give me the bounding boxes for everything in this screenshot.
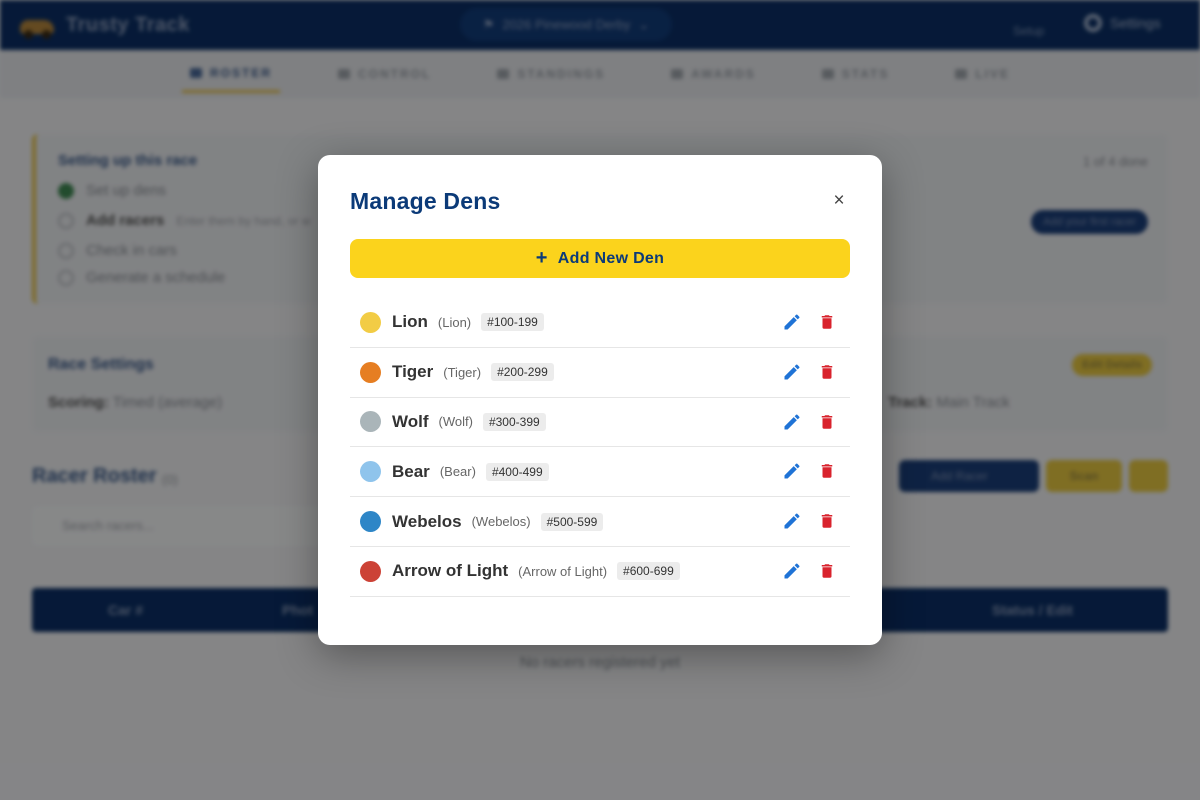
den-name: Tiger bbox=[392, 362, 434, 382]
den-color-dot bbox=[360, 461, 381, 483]
den-color-dot bbox=[360, 560, 381, 582]
den-row: Tiger (Tiger) #200-299 bbox=[350, 348, 850, 398]
den-color-dot bbox=[360, 511, 381, 533]
den-list: Lion (Lion) #100-199 Tiger (Tiger) #200-299 Wo… bbox=[350, 298, 850, 597]
den-row: Wolf (Wolf) #300-399 bbox=[350, 398, 850, 448]
den-car-range: #100-199 bbox=[481, 313, 544, 332]
edit-pencil-icon[interactable] bbox=[782, 561, 802, 581]
den-name: Bear bbox=[392, 461, 430, 481]
den-rank: (Webelos) bbox=[471, 514, 531, 530]
den-rank: (Bear) bbox=[439, 464, 476, 480]
den-row: Webelos (Webelos) #500-599 bbox=[350, 497, 850, 547]
add-new-den-button[interactable]: + Add New Den bbox=[350, 239, 850, 278]
close-icon[interactable]: × bbox=[828, 190, 850, 212]
edit-pencil-icon[interactable] bbox=[782, 362, 802, 382]
den-car-range: #600-699 bbox=[617, 562, 680, 581]
den-color-dot bbox=[360, 361, 381, 383]
edit-pencil-icon[interactable] bbox=[782, 312, 802, 332]
delete-trash-icon[interactable] bbox=[818, 561, 836, 581]
den-color-dot bbox=[360, 311, 381, 333]
edit-pencil-icon[interactable] bbox=[782, 412, 802, 432]
den-row: Bear (Bear) #400-499 bbox=[350, 447, 850, 498]
edit-pencil-icon[interactable] bbox=[782, 511, 802, 531]
den-rank: (Tiger) bbox=[443, 364, 482, 380]
delete-trash-icon[interactable] bbox=[818, 412, 836, 432]
den-car-range: #400-499 bbox=[485, 462, 549, 481]
den-color-dot bbox=[360, 411, 381, 433]
den-name: Arrow of Light bbox=[392, 561, 509, 581]
den-rank: (Wolf) bbox=[438, 414, 473, 430]
den-row: Lion (Lion) #100-199 bbox=[350, 298, 850, 348]
den-car-range: #200-299 bbox=[491, 363, 554, 382]
delete-trash-icon[interactable] bbox=[818, 312, 836, 332]
den-name: Webelos bbox=[392, 511, 462, 531]
den-name: Wolf bbox=[392, 411, 429, 431]
plus-icon: + bbox=[535, 246, 548, 269]
den-rank: (Lion) bbox=[437, 314, 472, 330]
edit-pencil-icon[interactable] bbox=[782, 461, 802, 481]
delete-trash-icon[interactable] bbox=[818, 362, 836, 382]
den-car-range: #300-399 bbox=[482, 412, 546, 431]
den-row: Arrow of Light (Arrow of Light) #600-699 bbox=[350, 547, 850, 597]
delete-trash-icon[interactable] bbox=[818, 511, 836, 531]
manage-dens-dialog: Manage Dens × + Add New Den Lion (Lion) #1… bbox=[318, 155, 882, 645]
add-new-den-label: Add New Den bbox=[557, 249, 665, 267]
modal-title: Manage Dens bbox=[350, 188, 501, 214]
den-name: Lion bbox=[392, 312, 428, 332]
den-rank: (Arrow of Light) bbox=[518, 563, 608, 579]
delete-trash-icon[interactable] bbox=[818, 461, 836, 481]
den-car-range: #500-599 bbox=[540, 512, 604, 531]
